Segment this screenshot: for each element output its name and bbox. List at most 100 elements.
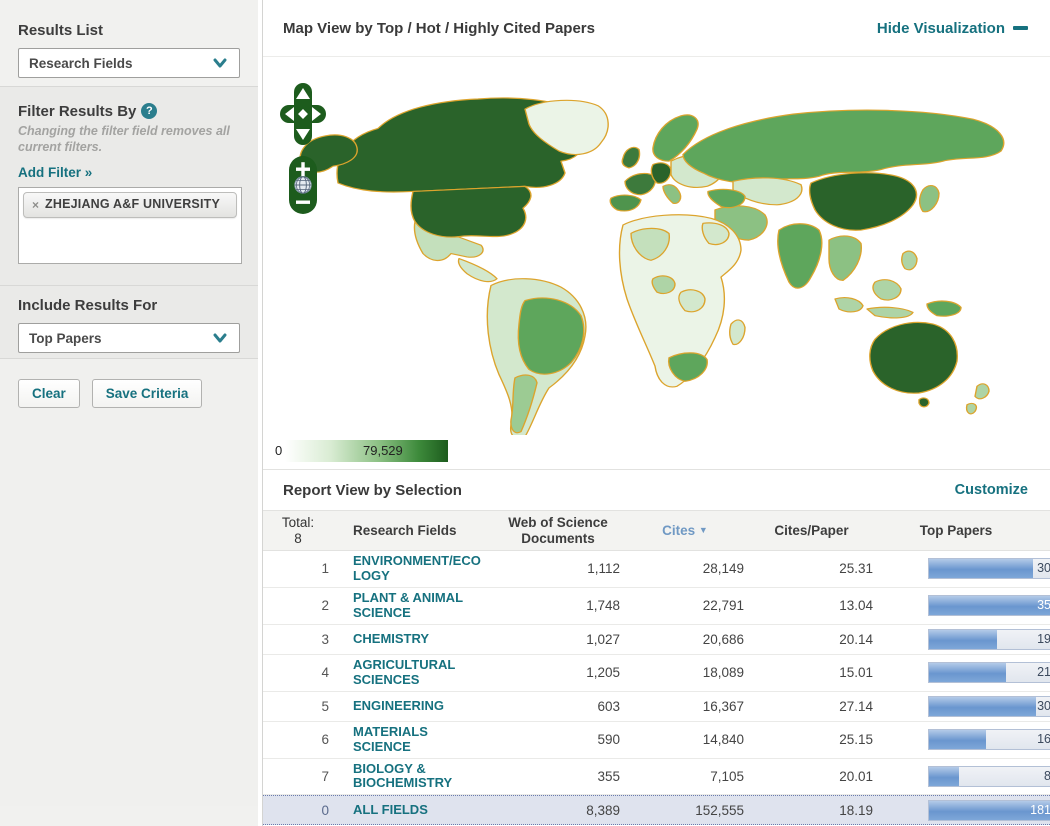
save-criteria-button[interactable]: Save Criteria	[91, 379, 203, 408]
main-panel: Map View by Top / Hot / Highly Cited Pap…	[262, 0, 1050, 826]
row-rank: 5	[321, 698, 329, 714]
help-icon[interactable]: ?	[141, 103, 158, 119]
research-field-link[interactable]: ENGINEERING	[353, 698, 444, 714]
top-papers-bar-fill	[929, 559, 1034, 579]
cites-per-paper-value: 13.04	[839, 598, 873, 614]
top-papers-value: 16	[1037, 732, 1050, 747]
wos-documents-value: 1,027	[586, 631, 620, 647]
top-papers-bar-fill	[929, 730, 987, 750]
report-view-title: Report View by Selection	[283, 481, 462, 499]
column-header-research-fields: Research Fields	[353, 522, 457, 538]
collapse-icon	[1013, 26, 1028, 30]
wos-documents-value: 603	[597, 698, 620, 714]
table-header-row: Total: 8 Research Fields Web of Science D…	[263, 510, 1050, 551]
map-pan-control[interactable]	[280, 83, 326, 145]
cites-per-paper-value: 18.19	[839, 802, 873, 818]
top-papers-value: 21	[1037, 665, 1050, 680]
wos-documents-value: 1,112	[587, 561, 620, 577]
top-papers-bar-fill	[929, 596, 1050, 616]
legend-min-value: 0	[275, 443, 283, 458]
add-filter-link[interactable]: Add Filter »	[18, 165, 92, 180]
include-results-dropdown[interactable]: Top Papers	[18, 323, 240, 353]
hide-visualization-link[interactable]: Hide Visualization	[877, 20, 1028, 37]
report-table-body: 1 ENVIRONMENT/ECOLOGY 1,112 28,149 25.31…	[263, 551, 1050, 826]
globe-icon	[294, 176, 312, 194]
cites-per-paper-value: 27.14	[839, 698, 873, 714]
map-zoom-control[interactable]	[289, 156, 317, 214]
cites-value: 18,089	[702, 665, 744, 681]
row-rank: 4	[321, 665, 329, 681]
table-row: 2 PLANT & ANIMAL SCIENCE 1,748 22,791 13…	[263, 587, 1050, 625]
top-papers-value: 30	[1037, 698, 1050, 713]
cites-per-paper-value: 20.01	[839, 768, 873, 784]
research-field-link[interactable]: ENVIRONMENT/ECOLOGY	[353, 553, 481, 584]
research-field-link[interactable]: ALL FIELDS	[353, 802, 428, 818]
table-row: 7 BIOLOGY & BIOCHEMISTRY 355 7,105 20.01…	[263, 758, 1050, 796]
customize-link[interactable]: Customize	[955, 482, 1028, 498]
active-filters-box: × ZHEJIANG A&F UNIVERSITY	[18, 187, 242, 265]
cites-value: 20,686	[702, 631, 744, 647]
results-list-dropdown[interactable]: Research Fields	[18, 48, 240, 78]
cites-per-paper-value: 20.14	[839, 631, 873, 647]
row-rank: 2	[321, 598, 329, 614]
filter-tag[interactable]: × ZHEJIANG A&F UNIVERSITY	[23, 192, 237, 219]
top-papers-bar-fill	[929, 629, 998, 649]
top-papers-value: 19	[1037, 631, 1050, 646]
top-papers-value: 8	[1044, 769, 1050, 783]
top-papers-bar: 35	[928, 595, 1050, 617]
research-field-link[interactable]: PLANT & ANIMAL SCIENCE	[353, 590, 481, 621]
wos-documents-value: 355	[597, 768, 620, 784]
total-count: Total: 8	[281, 514, 315, 546]
top-papers-bar: 19	[928, 628, 1050, 650]
cites-value: 22,791	[702, 598, 744, 614]
column-header-cites[interactable]: Cites ▼	[623, 523, 747, 539]
table-row: 3 CHEMISTRY 1,027 20,686 20.14 19	[263, 624, 1050, 655]
table-row: 5 ENGINEERING 603 16,367 27.14 30	[263, 691, 1050, 722]
research-field-link[interactable]: CHEMISTRY	[353, 631, 429, 647]
chevron-down-icon	[213, 333, 227, 343]
top-papers-bar: 8	[928, 765, 1050, 787]
cites-value: 28,149	[702, 561, 744, 577]
top-papers-bar-fill	[929, 766, 959, 786]
map-legend: 0 79,529	[275, 440, 450, 462]
include-results-heading: Include Results For	[18, 297, 158, 314]
top-papers-bar-fill	[929, 663, 1006, 683]
research-field-link[interactable]: AGRICULTURAL SCIENCES	[353, 657, 481, 688]
top-papers-bar: 30	[928, 558, 1050, 580]
cites-per-paper-value: 15.01	[839, 665, 873, 681]
clear-button[interactable]: Clear	[18, 379, 80, 408]
filter-note: Changing the filter field removes all cu…	[18, 124, 230, 154]
column-header-wos-documents: Web of Science Documents	[508, 514, 608, 546]
cites-per-paper-value: 25.15	[839, 732, 873, 748]
table-row: 0 ALL FIELDS 8,389 152,555 18.19 181	[263, 795, 1050, 826]
choropleth-map[interactable]: 0 79,529	[263, 57, 1050, 470]
filters-sidebar: Results List Research Fields Filter Resu…	[0, 0, 258, 826]
table-row: 4 AGRICULTURAL SCIENCES 1,205 18,089 15.…	[263, 654, 1050, 692]
wos-documents-value: 1,205	[586, 665, 620, 681]
cites-value: 14,840	[702, 732, 744, 748]
cites-per-paper-value: 25.31	[839, 561, 873, 577]
row-rank: 0	[321, 802, 329, 818]
cites-value: 16,367	[702, 698, 744, 714]
zoom-out-icon	[296, 200, 310, 204]
legend-max-value: 79,529	[363, 443, 403, 458]
filter-results-heading: Filter Results By	[18, 103, 137, 120]
world-map	[299, 97, 1005, 435]
wos-documents-value: 590	[597, 732, 620, 748]
top-papers-value: 35	[1037, 598, 1050, 613]
cites-value: 152,555	[695, 802, 744, 818]
table-row: 6 MATERIALS SCIENCE 590 14,840 25.15 16	[263, 721, 1050, 759]
map-view-title: Map View by Top / Hot / Highly Cited Pap…	[283, 19, 595, 37]
top-papers-value: 181	[1030, 802, 1050, 817]
row-rank: 3	[321, 631, 329, 647]
research-field-link[interactable]: BIOLOGY & BIOCHEMISTRY	[353, 761, 481, 792]
hide-visualization-label: Hide Visualization	[876, 19, 1005, 37]
top-papers-bar: 30	[928, 695, 1050, 717]
row-rank: 6	[321, 732, 329, 748]
remove-filter-icon[interactable]: ×	[32, 198, 39, 212]
results-list-heading: Results List	[18, 22, 104, 39]
column-header-top-papers: Top Papers	[919, 522, 993, 538]
research-field-link[interactable]: MATERIALS SCIENCE	[353, 724, 481, 755]
include-results-dropdown-value: Top Papers	[29, 330, 102, 346]
wos-documents-value: 8,389	[586, 802, 620, 818]
